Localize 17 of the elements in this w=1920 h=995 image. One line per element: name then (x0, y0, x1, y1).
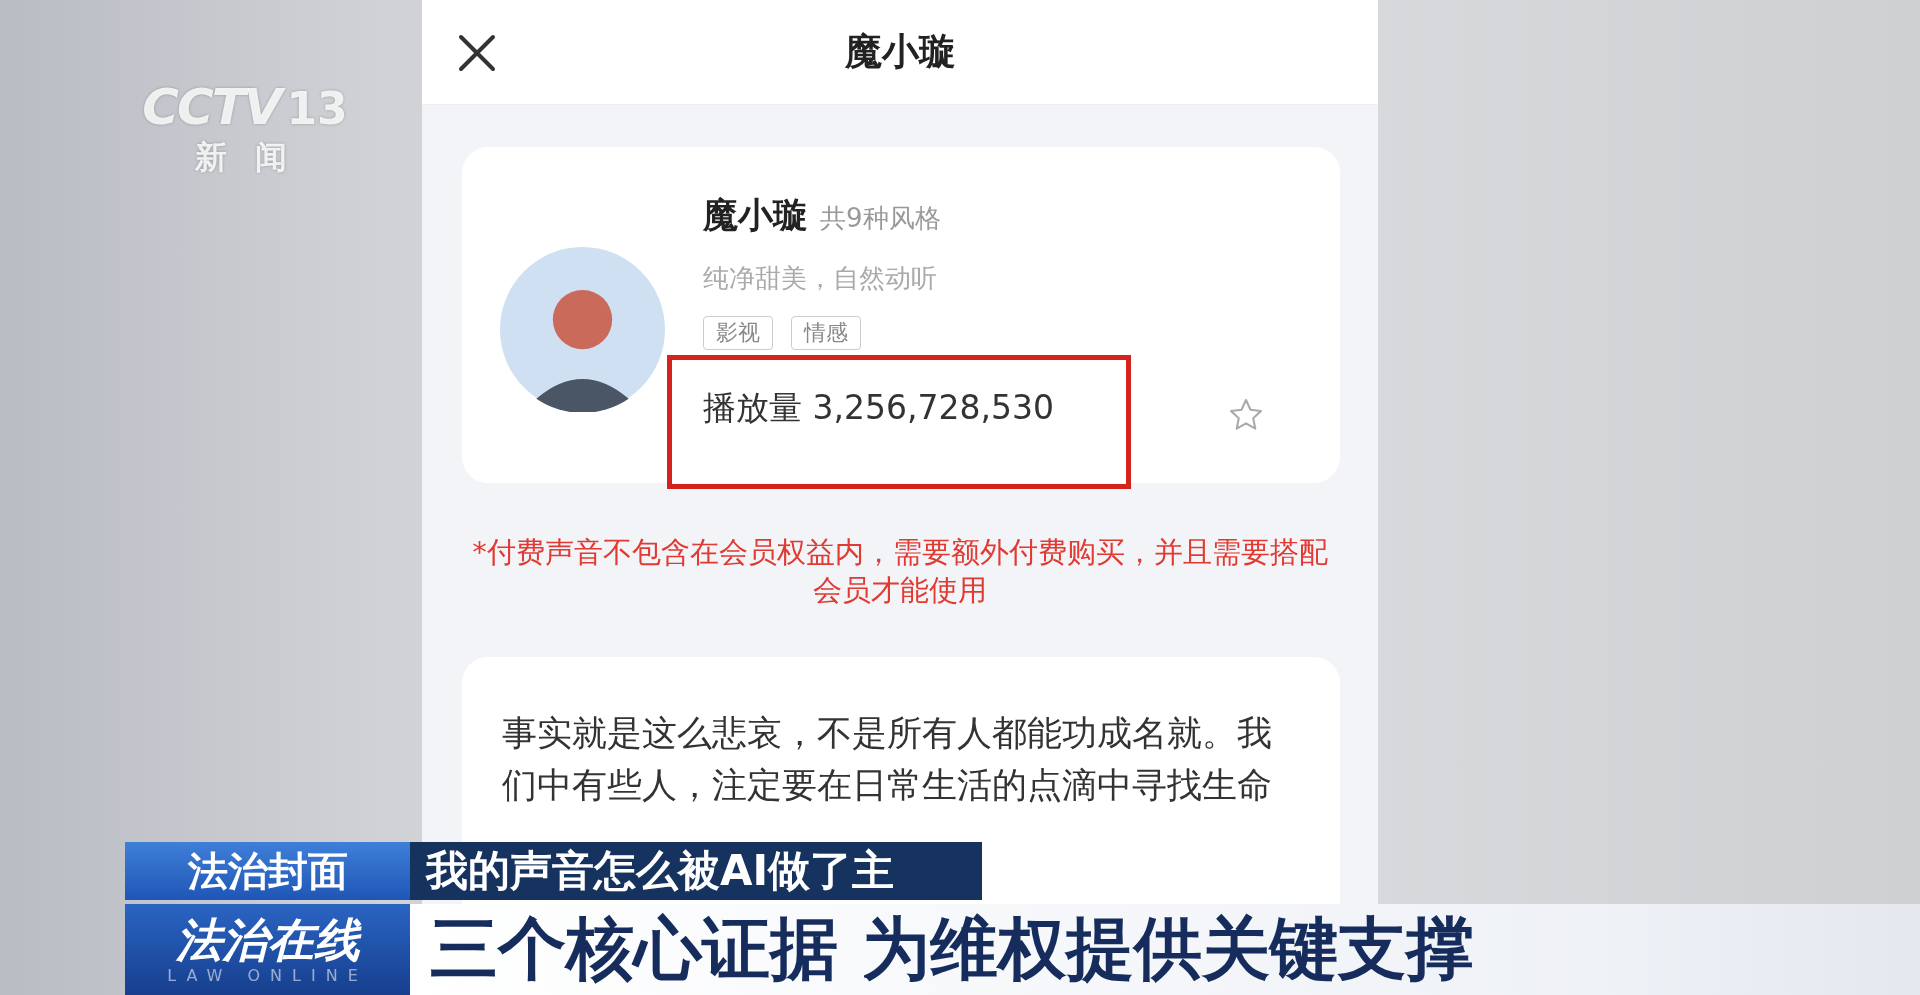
tag: 影视 (703, 316, 773, 350)
page-title: 魔小璇 (844, 29, 956, 75)
headline: 我的声音怎么被AI做了主 (410, 842, 982, 900)
star-icon[interactable] (1228, 397, 1264, 433)
tag: 情感 (791, 316, 861, 350)
avatar-icon (500, 247, 665, 412)
play-count: 播放量 3,256,728,530 (703, 387, 1054, 429)
program-name-en: LAW ONLINE (167, 966, 368, 985)
notice-text: *付费声音不包含在会员权益内，需要额外付费购买，并且需要搭配会员才能使用 (471, 534, 1329, 609)
program-name: 法治在线 (175, 914, 360, 966)
voice-description: 纯净甜美，自然动听 (703, 262, 938, 295)
sample-text: 事实就是这么悲哀，不是所有人都能功成名就。我们中有些人，注定要在日常生活的点滴中寻找生命 (502, 712, 1273, 807)
voice-name: 魔小璇 (703, 194, 808, 237)
caption: 三个核心证据 为维权提供关键支撑 (410, 904, 1920, 995)
section-label: 法治封面 (125, 842, 410, 900)
style-count: 共9种风格 (820, 202, 941, 235)
close-icon[interactable] (458, 34, 496, 72)
